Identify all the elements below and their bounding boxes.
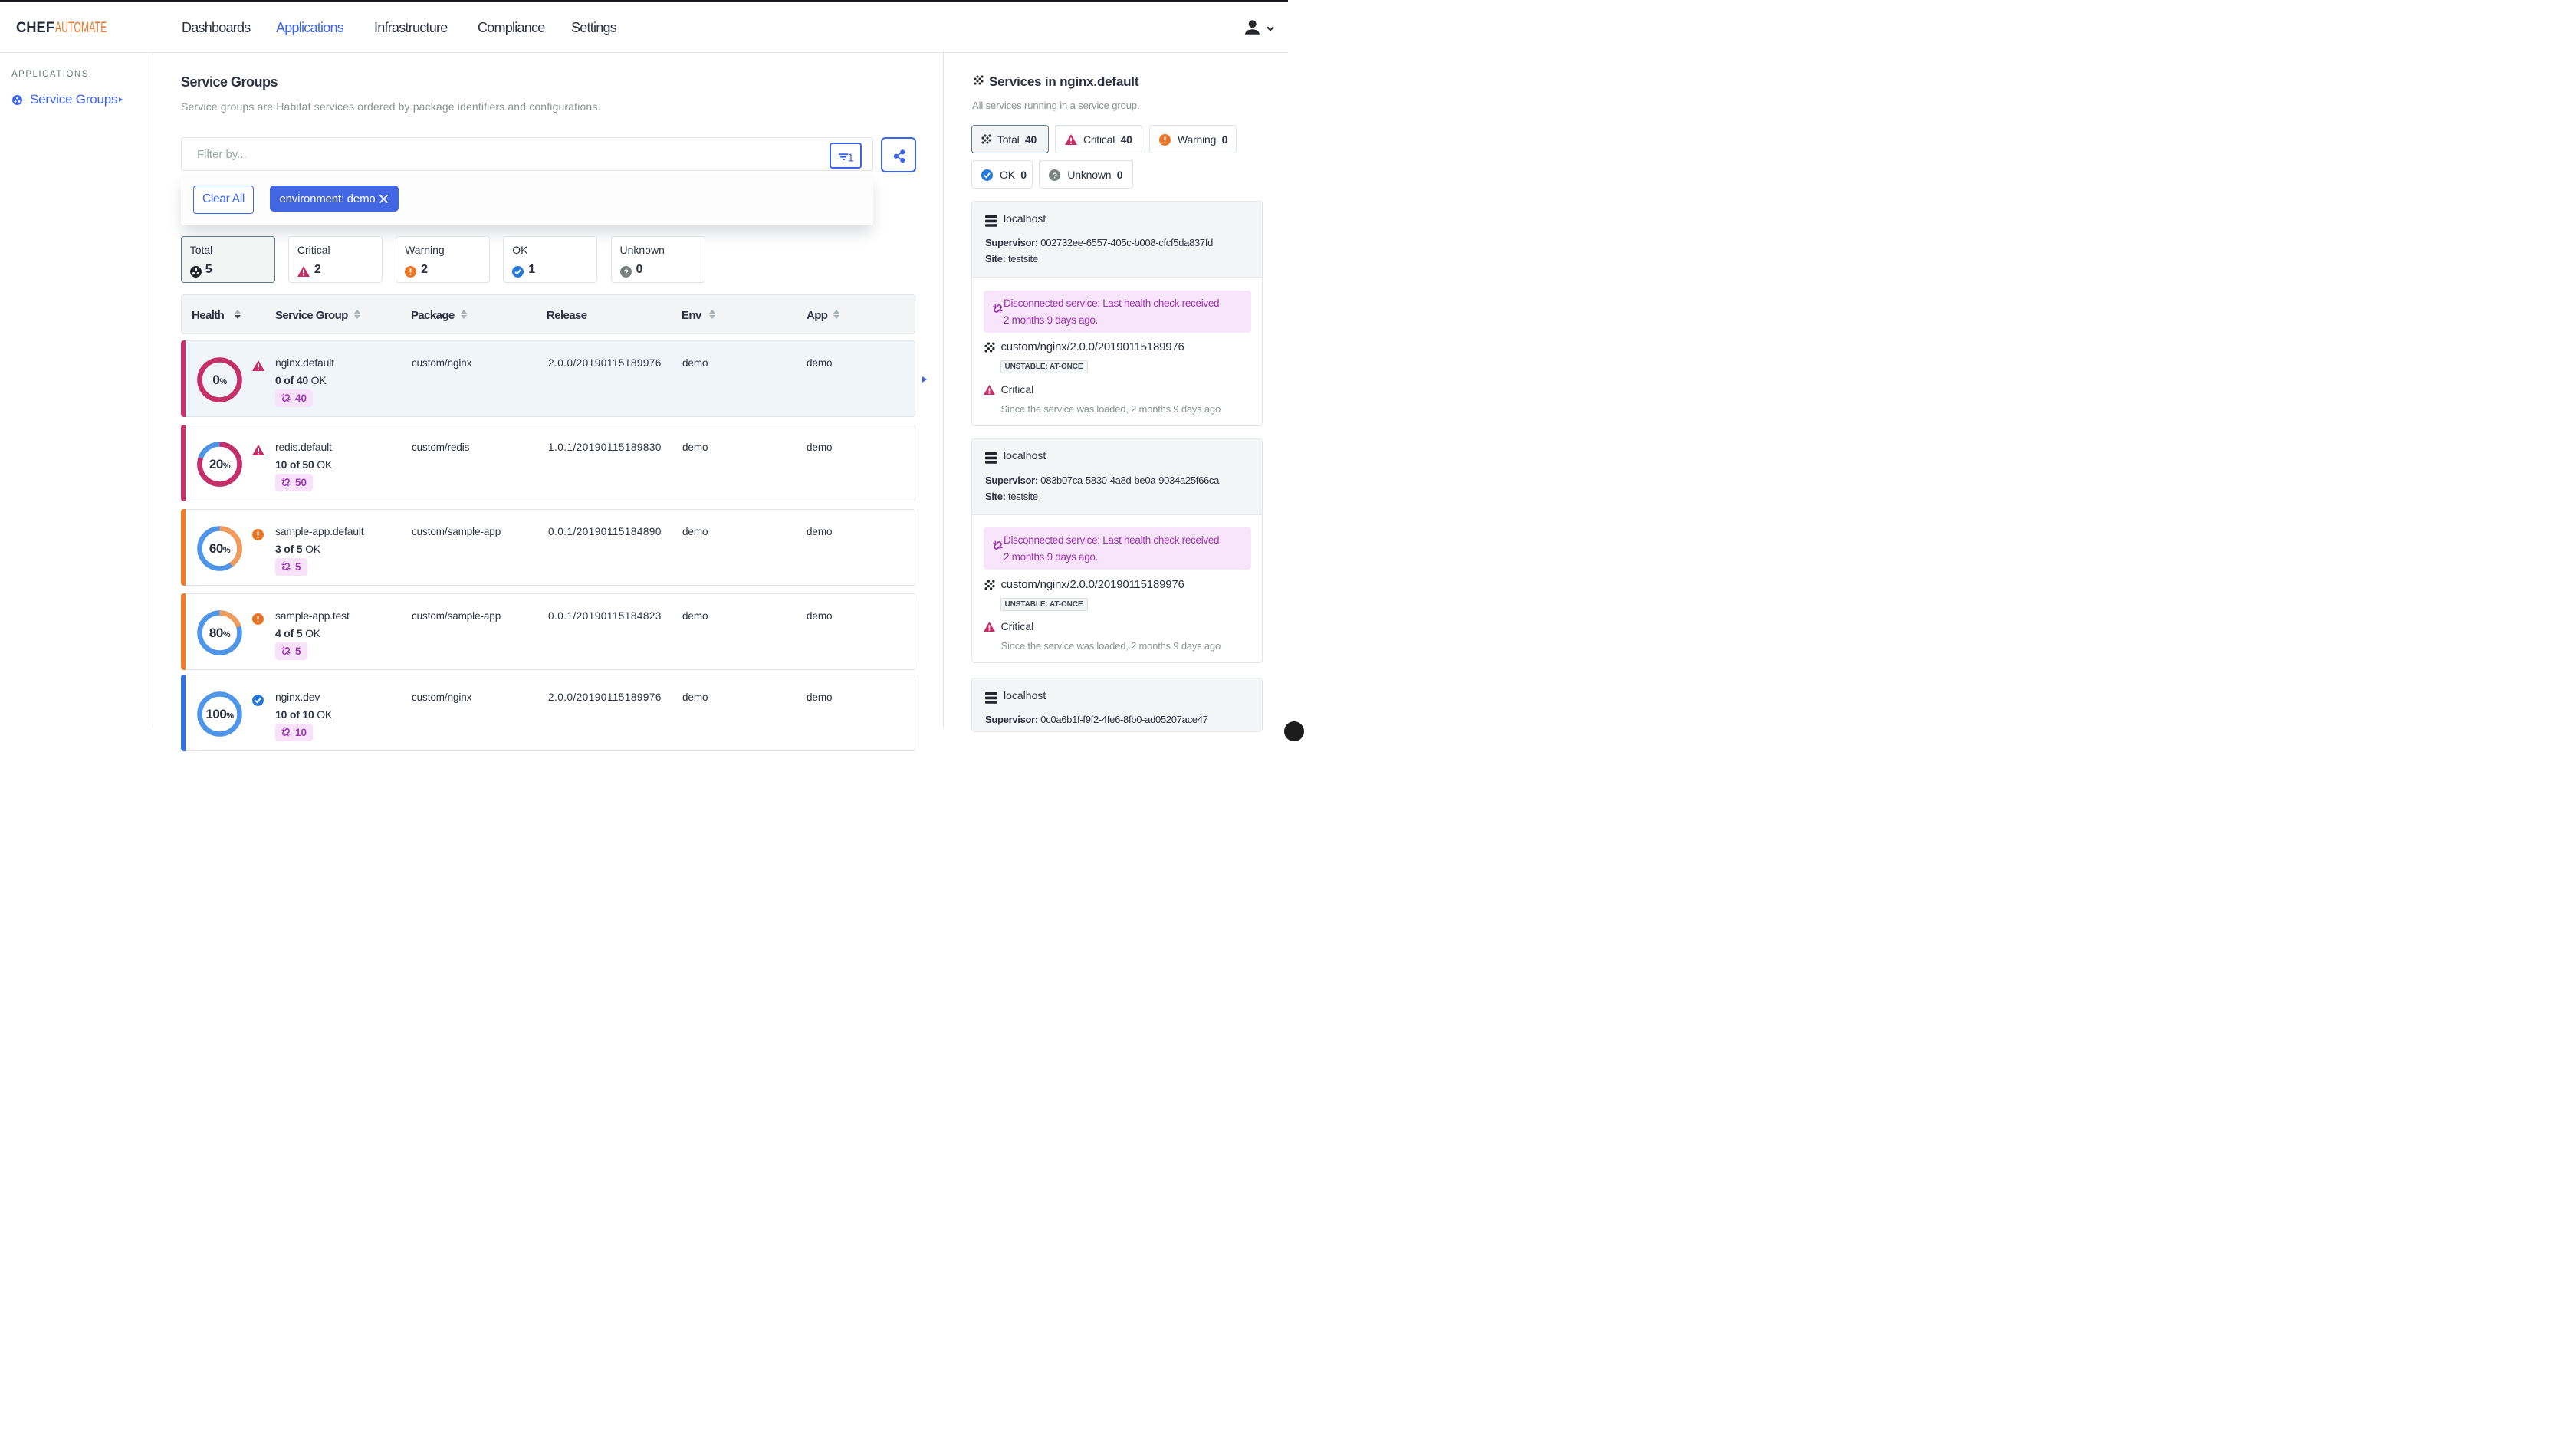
svg-text:?: ?	[623, 268, 628, 277]
svg-text:1: 1	[847, 152, 853, 164]
svg-text:?: ?	[1053, 172, 1057, 181]
